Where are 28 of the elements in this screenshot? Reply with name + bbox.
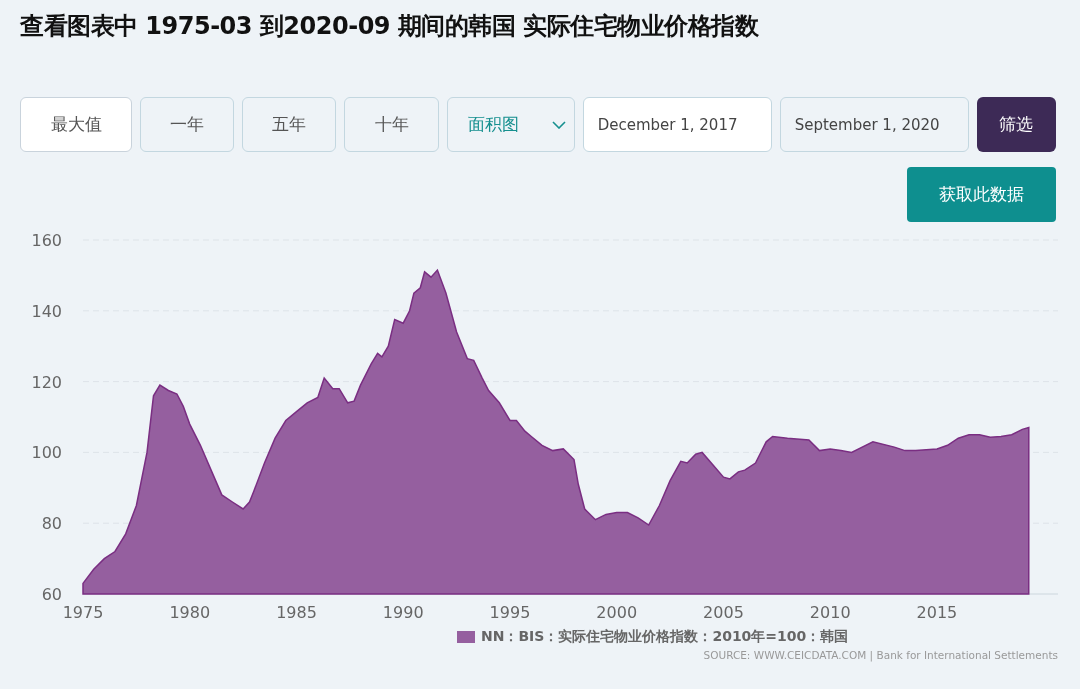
range-button[interactable]: 五年 bbox=[242, 97, 337, 152]
range-button[interactable]: 最大值 bbox=[20, 97, 133, 152]
x-axis-label: 1990 bbox=[382, 603, 424, 622]
start-date-field[interactable]: December 1, 2017 bbox=[582, 97, 772, 152]
x-axis-label: 2015 bbox=[916, 603, 958, 622]
end-date-field[interactable]: September 1, 2020 bbox=[779, 97, 969, 152]
x-axis-label: 1975 bbox=[62, 603, 104, 622]
x-axis-label: 1980 bbox=[169, 603, 211, 622]
x-axis-label: 1995 bbox=[489, 603, 531, 622]
y-axis-label: 100 bbox=[31, 443, 62, 463]
range-button[interactable]: 一年 bbox=[140, 97, 235, 152]
chart-type-select[interactable]: 面积图 bbox=[446, 97, 575, 152]
x-axis-label: 2000 bbox=[596, 603, 638, 622]
chevron-icon bbox=[551, 120, 566, 129]
filter-button[interactable]: 筛选 bbox=[976, 97, 1056, 152]
x-axis-label: 2010 bbox=[809, 603, 851, 622]
page-title: 查看图表中 1975-03 到2020-09 期间的韩国 实际住宅物业价格指数 bbox=[20, 11, 760, 42]
range-button[interactable]: 十年 bbox=[344, 97, 439, 152]
y-axis-label: 80 bbox=[41, 514, 62, 534]
y-axis-label: 160 bbox=[31, 231, 62, 250]
y-axis-label: 120 bbox=[31, 372, 62, 392]
legend-label: NN：BIS：实际住宅物业价格指数：2010年=100：韩国 bbox=[481, 628, 849, 646]
x-axis-label: 2005 bbox=[703, 603, 744, 622]
source-note: SOURCE: WWW.CEICDATA.COM | Bank for International Settlements bbox=[703, 649, 1058, 661]
get-data-button[interactable]: 获取此数据 bbox=[907, 167, 1056, 222]
y-axis-label: 60 bbox=[41, 585, 62, 604]
x-axis-label: 1985 bbox=[276, 603, 317, 622]
y-axis-label: 140 bbox=[31, 301, 62, 321]
